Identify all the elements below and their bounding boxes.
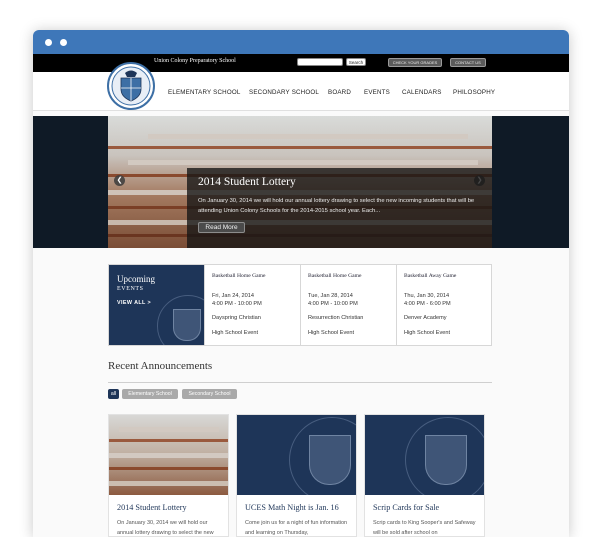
- events-label-panel: Upcoming EVENTS VIEW ALL >: [109, 265, 204, 345]
- event-item[interactable]: Basketball Home Game Tue, Jan 28, 2014 4…: [300, 265, 395, 345]
- events-subtitle: EVENTS: [117, 286, 144, 292]
- crest-icon: [111, 66, 151, 106]
- event-item[interactable]: Basketball Away Game Thu, Jan 30, 2014 4…: [396, 265, 491, 345]
- card-title[interactable]: UCES Math Night is Jan. 16: [245, 503, 339, 512]
- announcement-card[interactable]: UCES Math Night is Jan. 16 Come join us …: [236, 414, 357, 537]
- crest-image: [365, 415, 484, 495]
- event-title: Basketball Home Game: [212, 273, 266, 279]
- card-photo: [109, 415, 228, 495]
- divider: [108, 382, 492, 383]
- announcement-card[interactable]: 2014 Student Lottery On January 30, 2014…: [108, 414, 229, 537]
- nav-elementary-school[interactable]: ELEMENTARY SCHOOL: [168, 89, 241, 96]
- hero-title: 2014 Student Lottery: [198, 176, 296, 188]
- read-more-button[interactable]: Read More: [198, 222, 245, 233]
- event-kind: High School Event: [404, 330, 451, 336]
- event-time: 4:00 PM - 10:00 PM: [212, 301, 262, 307]
- card-text: On January 30, 2014 we will hold our ann…: [117, 520, 214, 536]
- event-date: Thu, Jan 30, 2014: [404, 293, 450, 299]
- event-title: Basketball Home Game: [308, 273, 362, 279]
- announcement-card[interactable]: Scrip Cards for Sale Scrip cards to King…: [364, 414, 485, 537]
- nav-events[interactable]: EVENTS: [364, 89, 390, 96]
- event-opponent: Resurrection Christian: [308, 315, 364, 321]
- events-title: Upcoming: [117, 274, 155, 284]
- nav-calendars[interactable]: CALENDARS: [402, 89, 442, 96]
- crest-image: [237, 415, 356, 495]
- window-chrome: [33, 30, 569, 54]
- event-kind: High School Event: [212, 330, 259, 336]
- view-all-events-link[interactable]: VIEW ALL >: [117, 300, 151, 306]
- hero-caption: 2014 Student Lottery On January 30, 2014…: [187, 168, 492, 248]
- upcoming-events: Upcoming EVENTS VIEW ALL > Basketball Ho…: [108, 264, 492, 346]
- card-text: Come join us for a night of fun informat…: [245, 520, 348, 536]
- event-kind: High School Event: [308, 330, 355, 336]
- browser-window: Union Colony Preparatory School Search C…: [33, 30, 569, 537]
- contact-us-button[interactable]: CONTACT US: [450, 58, 486, 67]
- nav-philosophy[interactable]: PHILOSOPHY: [453, 89, 495, 96]
- event-time: 4:00 PM - 6:00 PM: [404, 301, 451, 307]
- search-button[interactable]: Search: [346, 58, 366, 66]
- event-item[interactable]: Basketball Home Game Fri, Jan 24, 2014 4…: [204, 265, 299, 345]
- nav-board[interactable]: BOARD: [328, 89, 351, 96]
- nav-secondary-school[interactable]: SECONDARY SCHOOL: [249, 89, 319, 96]
- school-crest-logo[interactable]: [107, 62, 155, 110]
- main-nav: ELEMENTARY SCHOOL SECONDARY SCHOOL BOARD…: [33, 62, 569, 111]
- event-date: Fri, Jan 24, 2014: [212, 293, 254, 299]
- card-title[interactable]: 2014 Student Lottery: [117, 503, 187, 512]
- event-opponent: Dayspring Christian: [212, 315, 261, 321]
- hero-slider: ❮ ❯ 2014 Student Lottery On January 30, …: [33, 116, 569, 248]
- event-date: Tue, Jan 28, 2014: [308, 293, 353, 299]
- event-title: Basketball Away Game: [404, 273, 457, 279]
- card-title[interactable]: Scrip Cards for Sale: [373, 503, 439, 512]
- event-opponent: Denver Academy: [404, 315, 447, 321]
- hero-text: On January 30, 2014 we will hold our ann…: [198, 198, 475, 214]
- slider-prev-arrow-icon[interactable]: ❮: [114, 175, 125, 186]
- school-name: Union Colony Preparatory School: [154, 58, 236, 64]
- filter-elementary-tab[interactable]: Elementary School: [122, 389, 178, 399]
- window-dot-icon[interactable]: [60, 39, 67, 46]
- announcements-heading: Recent Announcements: [108, 360, 213, 372]
- search-input[interactable]: [297, 58, 343, 66]
- check-grades-button[interactable]: CHECK YOUR GRADES: [388, 58, 442, 67]
- filter-all-tab[interactable]: all: [108, 389, 119, 399]
- event-time: 4:00 PM - 10:00 PM: [308, 301, 358, 307]
- window-dot-icon[interactable]: [45, 39, 52, 46]
- filter-secondary-tab[interactable]: Secondary School: [182, 389, 237, 399]
- card-text: Scrip cards to King Sooper's and Safeway…: [373, 520, 476, 536]
